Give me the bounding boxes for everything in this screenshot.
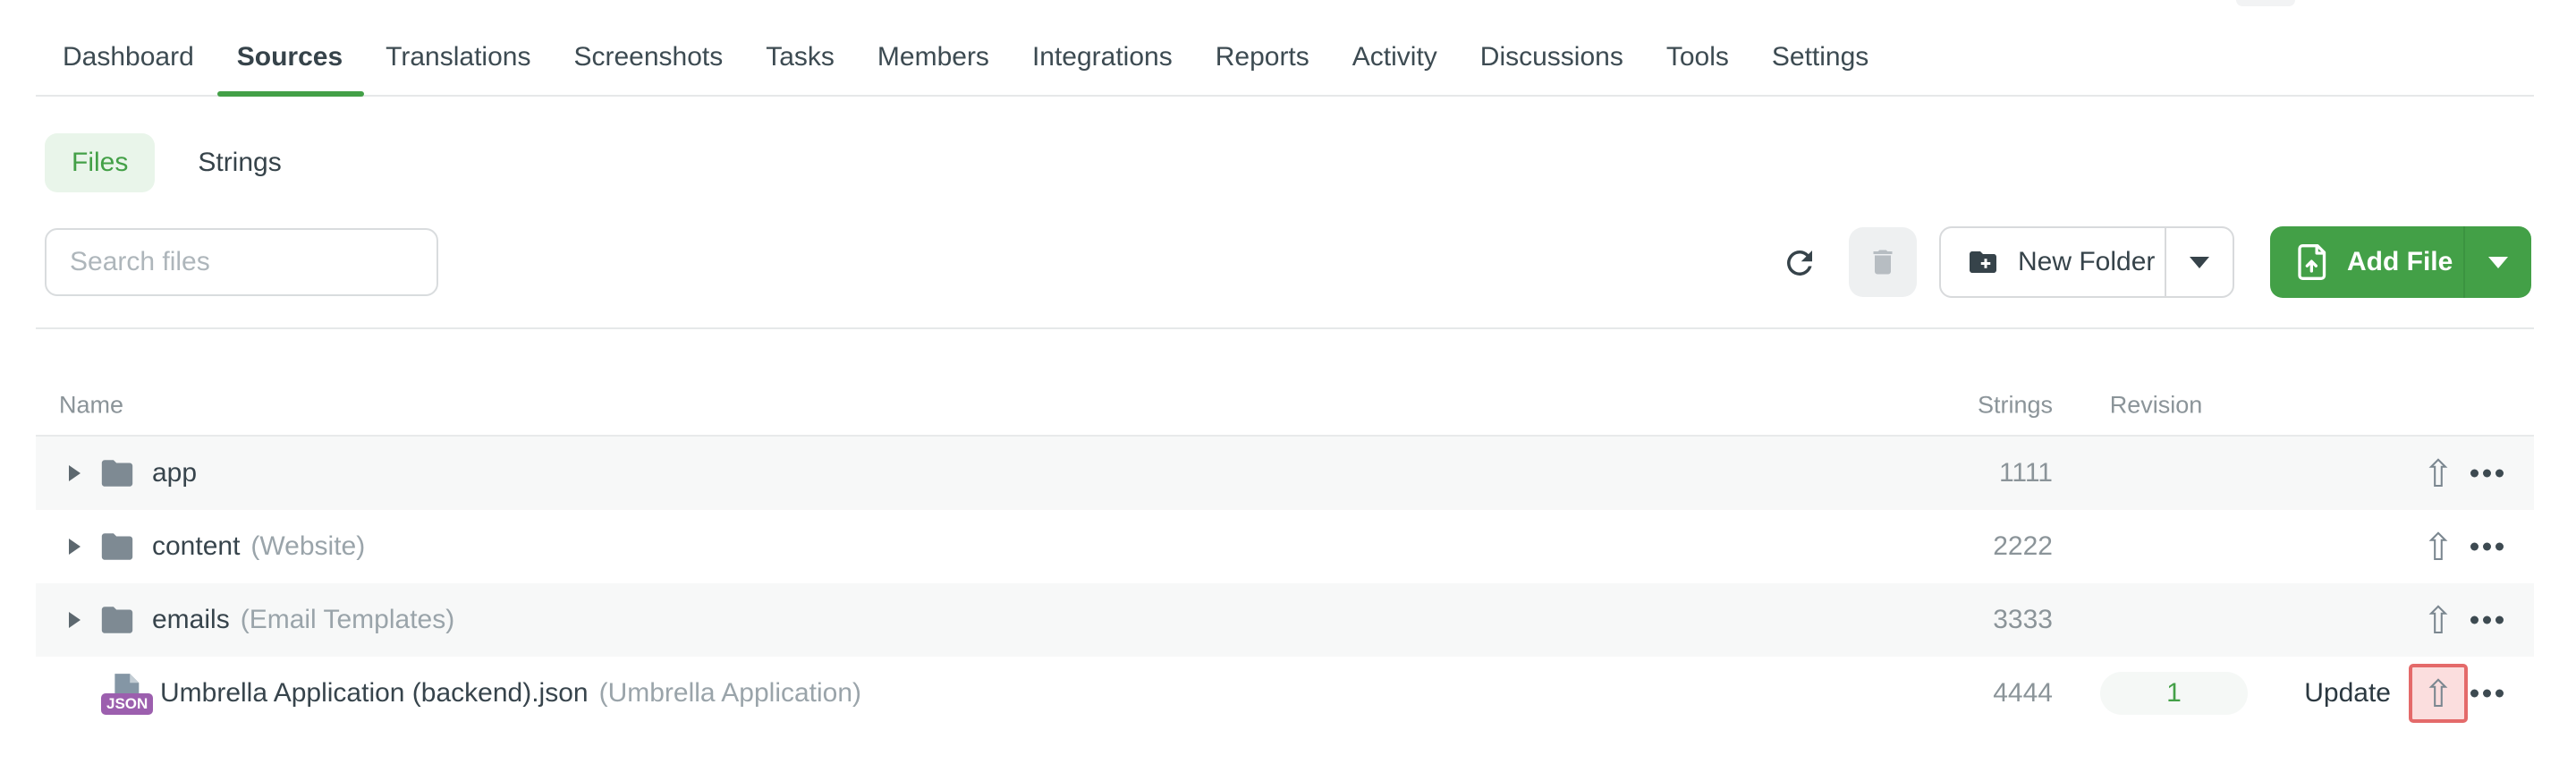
new-folder-split-button: New Folder xyxy=(1939,226,2234,298)
row-menu-button[interactable] xyxy=(2470,461,2504,487)
new-folder-button[interactable]: New Folder xyxy=(1941,228,2165,296)
file-upload-icon xyxy=(2298,243,2326,280)
project-nav: Dashboard Sources Translations Screensho… xyxy=(36,0,2534,97)
nav-settings[interactable]: Settings xyxy=(1772,41,1868,73)
table-row-app[interactable]: app 1111 ⇧ xyxy=(36,437,2534,510)
strings-count: 1111 xyxy=(1998,458,2053,488)
trash-icon xyxy=(1873,250,1893,275)
folder-plus-icon xyxy=(1970,251,1996,273)
file-name[interactable]: Umbrella Application (backend).json xyxy=(160,678,589,709)
upload-translations-button[interactable]: ⇧ xyxy=(2409,517,2468,576)
new-folder-dropdown-button[interactable] xyxy=(2165,228,2233,296)
table-row-umbrella-json[interactable]: JSON Umbrella Application (backend).json… xyxy=(36,657,2534,730)
strings-count: 2222 xyxy=(1993,531,2053,561)
strings-count: 3333 xyxy=(1993,605,2053,634)
table-header: Name Strings Revision xyxy=(36,376,2534,437)
expand-caret-icon[interactable] xyxy=(69,539,80,555)
nav-members[interactable]: Members xyxy=(877,41,989,73)
file-annotation: (Umbrella Application) xyxy=(598,678,862,708)
toolbar-divider xyxy=(36,327,2534,329)
nav-discussions[interactable]: Discussions xyxy=(1480,41,1623,73)
table-row-emails[interactable]: emails (Email Templates) 3333 ⇧ xyxy=(36,583,2534,657)
nav-screenshots[interactable]: Screenshots xyxy=(573,41,723,73)
strings-count: 4444 xyxy=(1993,678,2053,708)
nav-dashboard[interactable]: Dashboard xyxy=(63,41,194,73)
nav-tasks[interactable]: Tasks xyxy=(766,41,835,73)
update-link[interactable]: Update xyxy=(2304,678,2391,709)
expand-caret-icon[interactable] xyxy=(69,465,80,481)
files-table: Name Strings Revision app 1111 ⇧ content… xyxy=(36,376,2534,730)
revision-badge[interactable]: 1 xyxy=(2100,672,2248,715)
add-file-button[interactable]: Add File xyxy=(2270,226,2463,298)
folder-annotation: (Website) xyxy=(250,531,366,561)
folder-name[interactable]: app xyxy=(152,458,197,488)
column-header-strings: Strings xyxy=(1977,391,2053,419)
search-input[interactable] xyxy=(45,228,438,296)
add-file-split-button: Add File xyxy=(2270,226,2531,298)
column-header-name: Name xyxy=(59,391,124,419)
files-toolbar: New Folder Add File xyxy=(45,226,2534,298)
nav-reports[interactable]: Reports xyxy=(1216,41,1309,73)
delete-button[interactable] xyxy=(1849,227,1917,297)
table-row-content[interactable]: content (Website) 2222 ⇧ xyxy=(36,510,2534,583)
nav-activity[interactable]: Activity xyxy=(1352,41,1437,73)
refresh-button[interactable] xyxy=(1781,244,1818,282)
add-file-label: Add File xyxy=(2347,247,2453,276)
nav-tools[interactable]: Tools xyxy=(1666,41,1729,73)
column-header-revision: Revision xyxy=(2109,391,2203,419)
project-sources-page: Dashboard Sources Translations Screensho… xyxy=(0,0,2576,764)
tab-strings[interactable]: Strings xyxy=(198,133,281,192)
source-view-tabs: Files Strings xyxy=(45,133,282,192)
upload-translations-button[interactable]: ⇧ xyxy=(2409,590,2468,649)
upload-translations-button-highlighted[interactable]: ⇧ xyxy=(2409,664,2468,723)
new-folder-label: New Folder xyxy=(2018,247,2156,276)
folder-icon xyxy=(101,607,133,633)
nav-integrations[interactable]: Integrations xyxy=(1032,41,1173,73)
nav-translations[interactable]: Translations xyxy=(386,41,530,73)
nav-sources[interactable]: Sources xyxy=(216,41,365,97)
chevron-down-icon xyxy=(2488,256,2508,268)
chevron-down-icon xyxy=(2190,256,2209,268)
upload-translations-button[interactable]: ⇧ xyxy=(2409,444,2468,503)
add-file-dropdown-button[interactable] xyxy=(2463,226,2531,298)
json-file-icon: JSON xyxy=(101,674,154,715)
folder-icon xyxy=(101,460,133,487)
json-badge: JSON xyxy=(101,693,154,715)
row-menu-button[interactable] xyxy=(2470,607,2504,633)
row-menu-button[interactable] xyxy=(2470,681,2504,707)
folder-annotation: (Email Templates) xyxy=(240,605,455,634)
folder-icon xyxy=(101,533,133,560)
folder-name[interactable]: content xyxy=(152,531,240,562)
revision-cell: 1 xyxy=(2082,672,2266,715)
expand-caret-icon[interactable] xyxy=(69,612,80,628)
tab-files[interactable]: Files xyxy=(45,133,156,192)
folder-name[interactable]: emails xyxy=(152,605,230,635)
refresh-icon xyxy=(1787,250,1812,276)
row-menu-button[interactable] xyxy=(2470,534,2504,560)
